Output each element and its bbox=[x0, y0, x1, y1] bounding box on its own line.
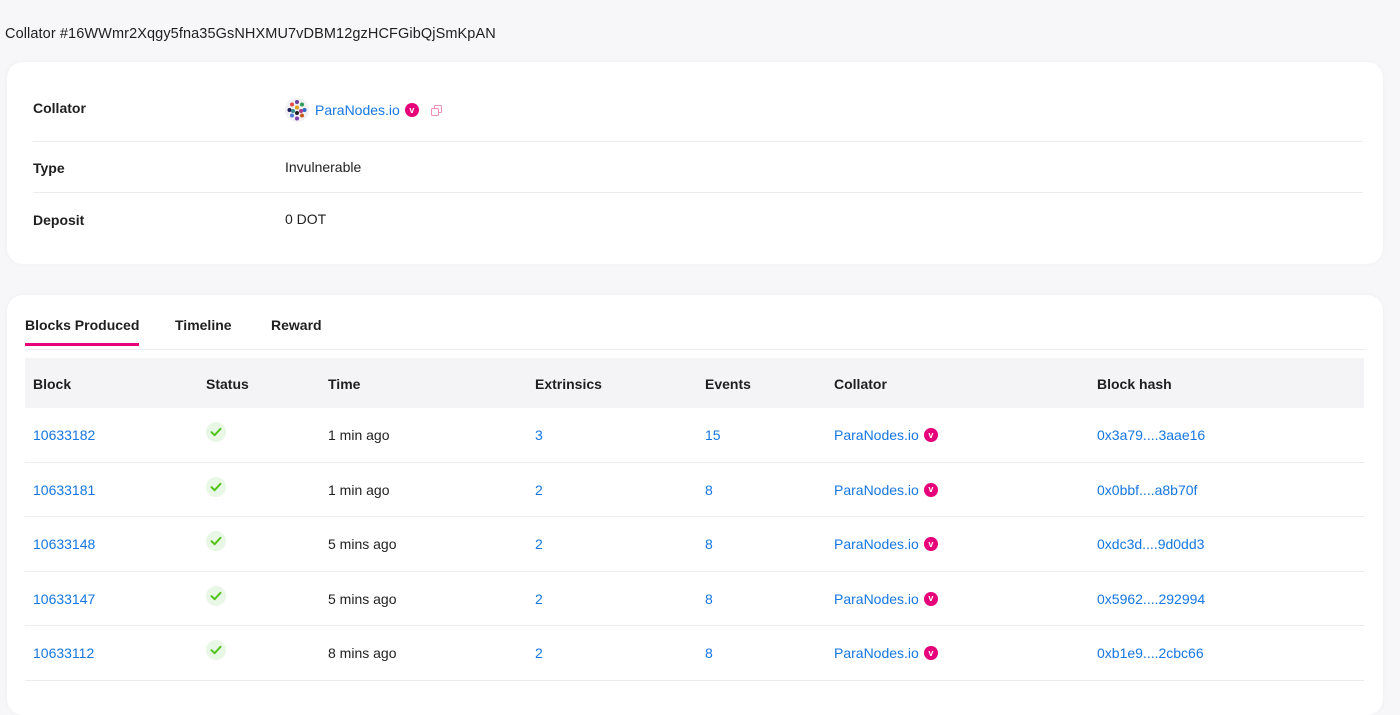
header-time: Time bbox=[328, 376, 361, 392]
extrinsics-link[interactable]: 2 bbox=[535, 536, 543, 552]
collator-cell: ParaNodes.io v bbox=[834, 427, 938, 443]
time-cell: 1 min ago bbox=[328, 427, 390, 443]
extrinsics-link[interactable]: 2 bbox=[535, 482, 543, 498]
table-body: 10633182 1 min ago 3 15 ParaNodes.io v 0x3a79.… bbox=[25, 408, 1364, 681]
time-cell: 5 mins ago bbox=[328, 590, 397, 607]
table-header: Block Status Time Extrinsics Events Coll… bbox=[25, 358, 1364, 408]
table-row: 10633182 1 min ago 3 15 ParaNodes.io v 0x3a79.… bbox=[25, 408, 1364, 463]
events-link[interactable]: 8 bbox=[705, 591, 713, 607]
collator-cell: ParaNodes.io v bbox=[834, 591, 938, 607]
status-cell bbox=[206, 422, 226, 442]
time-cell: 5 mins ago bbox=[328, 536, 397, 552]
tab-timeline[interactable]: Timeline bbox=[175, 317, 232, 343]
table-row: 10633181 1 min ago 2 8 ParaNodes.io v 0x0bbf..… bbox=[25, 463, 1364, 517]
copy-icon[interactable] bbox=[430, 104, 442, 116]
events-link[interactable]: 8 bbox=[705, 645, 713, 661]
header-block-hash: Block hash bbox=[1097, 376, 1172, 392]
verified-badge-icon: v bbox=[923, 428, 938, 442]
collator-row: Collator ParaNodes.io v bbox=[33, 80, 1363, 142]
table-row: 10633112 8 mins ago 2 8 ParaNodes.io v 0xb1e9.… bbox=[25, 626, 1364, 681]
table-row: 10633148 5 mins ago 2 8 ParaNodes.io v 0xdc3d.… bbox=[25, 517, 1364, 572]
collator-link[interactable]: ParaNodes.io bbox=[834, 427, 919, 443]
collator-link[interactable]: ParaNodes.io bbox=[834, 591, 919, 607]
paranodes-avatar-icon bbox=[285, 98, 309, 122]
block-number-link[interactable]: 10633112 bbox=[33, 645, 94, 661]
collator-info-card: Collator ParaNodes.io v Type Invulnerabl… bbox=[7, 62, 1383, 264]
header-events: Events bbox=[705, 376, 751, 392]
events-link[interactable]: 8 bbox=[705, 536, 713, 552]
verified-badge-icon: v bbox=[923, 482, 938, 497]
deposit-value: 0 DOT bbox=[285, 211, 327, 227]
type-value: Invulnerable bbox=[285, 159, 362, 175]
verified-badge-icon: v bbox=[923, 537, 938, 551]
tab-reward[interactable]: Reward bbox=[271, 317, 322, 343]
check-icon bbox=[206, 422, 226, 442]
status-cell bbox=[206, 640, 226, 660]
extrinsics-link[interactable]: 2 bbox=[535, 591, 543, 607]
collator-cell: ParaNodes.io v bbox=[834, 645, 938, 661]
deposit-row: Deposit 0 DOT bbox=[33, 193, 1363, 245]
tab-bar: Blocks Produced Timeline Reward bbox=[25, 295, 1365, 350]
page-title: Collator #16WWmr2Xqgy5fna35GsNHXMU7vDBM1… bbox=[5, 26, 496, 42]
status-cell bbox=[206, 531, 226, 551]
time-cell: 1 min ago bbox=[328, 481, 390, 498]
check-icon bbox=[206, 640, 226, 660]
extrinsics-link[interactable]: 2 bbox=[535, 645, 543, 661]
collator-link[interactable]: ParaNodes.io bbox=[834, 536, 919, 552]
type-row: Type Invulnerable bbox=[33, 141, 1363, 193]
block-number-link[interactable]: 10633148 bbox=[33, 536, 95, 552]
check-icon bbox=[206, 476, 226, 497]
status-cell bbox=[206, 476, 226, 497]
collator-cell: ParaNodes.io v bbox=[834, 536, 938, 552]
events-link[interactable]: 8 bbox=[705, 482, 713, 498]
verified-badge-icon: v bbox=[404, 103, 419, 117]
check-icon bbox=[206, 531, 226, 551]
deposit-label: Deposit bbox=[33, 212, 85, 228]
header-status: Status bbox=[206, 376, 249, 392]
time-cell: 8 mins ago bbox=[328, 645, 397, 661]
collator-link[interactable]: ParaNodes.io bbox=[834, 645, 919, 661]
collator-label: Collator bbox=[33, 100, 86, 116]
extrinsics-link[interactable]: 3 bbox=[535, 427, 543, 443]
tab-blocks-produced[interactable]: Blocks Produced bbox=[25, 317, 140, 346]
events-link[interactable]: 15 bbox=[705, 427, 721, 443]
header-collator: Collator bbox=[834, 376, 887, 392]
status-cell bbox=[206, 585, 226, 606]
collator-link[interactable]: ParaNodes.io bbox=[834, 482, 919, 498]
header-extrinsics: Extrinsics bbox=[535, 376, 602, 392]
type-label: Type bbox=[33, 160, 65, 176]
block-number-link[interactable]: 10633182 bbox=[33, 427, 95, 443]
block-hash-link[interactable]: 0xdc3d....9d0dd3 bbox=[1097, 536, 1204, 552]
verified-badge-icon: v bbox=[923, 646, 938, 660]
block-hash-link[interactable]: 0x5962....292994 bbox=[1097, 591, 1205, 607]
verified-badge-icon: v bbox=[923, 591, 938, 606]
block-hash-link[interactable]: 0x3a79....3aae16 bbox=[1097, 427, 1205, 443]
block-hash-link[interactable]: 0x0bbf....a8b70f bbox=[1097, 482, 1197, 498]
collator-value: ParaNodes.io v bbox=[285, 98, 442, 122]
collator-cell: ParaNodes.io v bbox=[834, 482, 938, 498]
collator-name-link[interactable]: ParaNodes.io bbox=[315, 102, 400, 118]
table-row: 10633147 5 mins ago 2 8 ParaNodes.io v 0x5962.… bbox=[25, 572, 1364, 626]
check-icon bbox=[206, 585, 226, 606]
blocks-card: Blocks Produced Timeline Reward Block St… bbox=[7, 295, 1383, 715]
block-hash-link[interactable]: 0xb1e9....2cbc66 bbox=[1097, 645, 1204, 661]
block-number-link[interactable]: 10633147 bbox=[33, 591, 95, 607]
blocks-table: Block Status Time Extrinsics Events Coll… bbox=[25, 358, 1364, 681]
header-block: Block bbox=[33, 376, 72, 392]
block-number-link[interactable]: 10633181 bbox=[33, 482, 95, 498]
